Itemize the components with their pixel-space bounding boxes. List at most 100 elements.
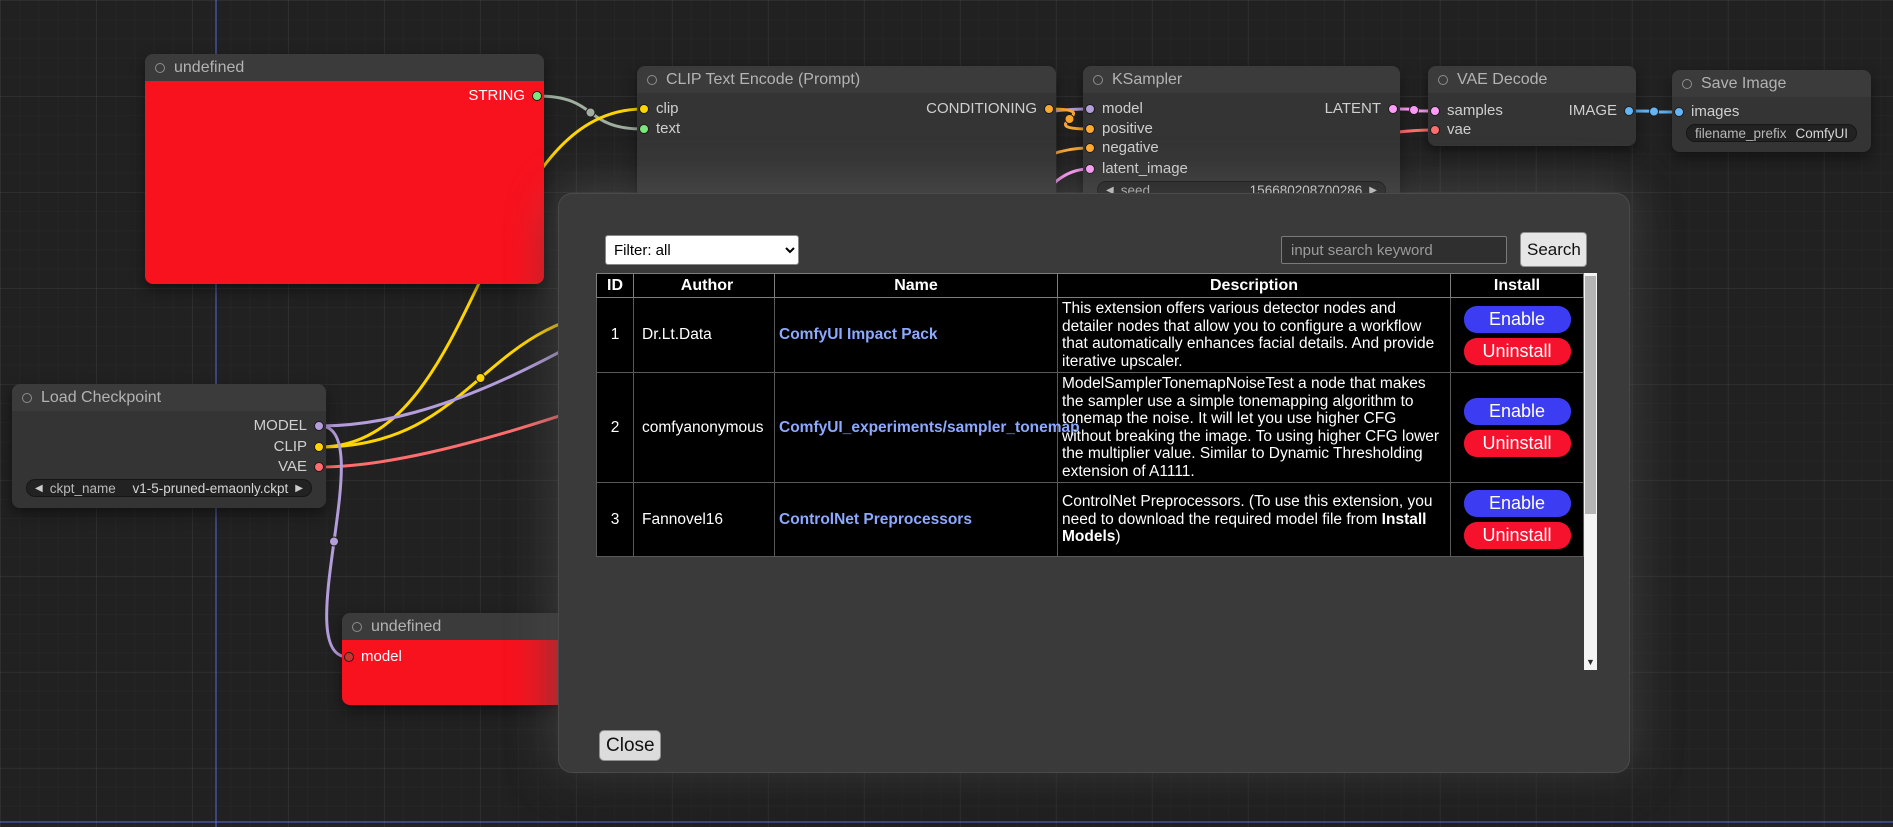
filter-select[interactable]: Filter: all — [605, 235, 799, 265]
port-label: images — [1691, 103, 1739, 120]
port-label: latent_image — [1102, 160, 1188, 177]
port-label: model — [1102, 100, 1143, 117]
port-dot-icon[interactable] — [1430, 125, 1440, 135]
port-label: STRING — [468, 87, 525, 104]
output-port-conditioning[interactable]: CONDITIONING — [926, 100, 1054, 117]
node-title-bar[interactable]: undefined — [145, 54, 544, 81]
port-dot-icon[interactable] — [314, 462, 324, 472]
port-label: IMAGE — [1569, 102, 1617, 119]
search-input[interactable] — [1281, 236, 1507, 264]
collapse-dot-icon[interactable] — [22, 393, 32, 403]
node-undefined-top[interactable]: undefined STRING — [145, 54, 544, 284]
port-label: MODEL — [254, 417, 307, 434]
input-port-images[interactable]: images — [1674, 103, 1739, 120]
port-dot-icon[interactable] — [532, 91, 542, 101]
enable-button[interactable]: Enable — [1464, 306, 1571, 333]
output-port-string[interactable]: STRING — [468, 87, 542, 104]
extension-id: 2 — [597, 373, 634, 483]
node-undefined-bottom[interactable]: undefined model — [342, 613, 572, 705]
port-label: negative — [1102, 139, 1159, 156]
increment-arrow-icon[interactable]: ▶ — [295, 483, 303, 494]
output-port-image[interactable]: IMAGE — [1569, 102, 1634, 119]
extension-manager-dialog: Filter: all Search IDAuthorNameDescripti… — [558, 193, 1630, 773]
close-button[interactable]: Close — [599, 730, 661, 761]
search-button[interactable]: Search — [1520, 232, 1587, 267]
column-header-id: ID — [597, 274, 634, 298]
extension-description: This extension offers various detector n… — [1058, 298, 1451, 373]
widget-name: filename_prefix — [1695, 126, 1787, 141]
input-port-clip[interactable]: clip — [639, 100, 679, 117]
input-port-samples[interactable]: samples — [1430, 102, 1503, 119]
node-title-bar[interactable]: undefined — [342, 613, 572, 640]
extension-link[interactable]: ControlNet Preprocessors — [779, 511, 972, 528]
node-save-image[interactable]: Save Image images filename_prefixComfyUI — [1672, 70, 1871, 152]
node-load-checkpoint[interactable]: Load CheckpointMODELCLIPVAE◀ckpt_namev1-… — [12, 384, 326, 508]
scrollbar[interactable]: ▼ — [1584, 273, 1597, 670]
port-dot-icon[interactable] — [1044, 104, 1054, 114]
uninstall-button[interactable]: Uninstall — [1464, 338, 1571, 365]
port-dot-icon[interactable] — [344, 652, 354, 662]
input-port-latent_image[interactable]: latent_image — [1085, 160, 1188, 177]
widget-filename_prefix[interactable]: filename_prefixComfyUI — [1686, 124, 1857, 142]
decrement-arrow-icon[interactable]: ◀ — [35, 483, 43, 494]
port-label: text — [656, 120, 680, 137]
port-dot-icon[interactable] — [1085, 104, 1095, 114]
input-port-text[interactable]: text — [639, 120, 680, 137]
uninstall-button[interactable]: Uninstall — [1464, 430, 1571, 457]
input-port-negative[interactable]: negative — [1085, 139, 1159, 156]
port-label: samples — [1447, 102, 1503, 119]
enable-button[interactable]: Enable — [1464, 490, 1571, 517]
port-label: CLIP — [274, 438, 307, 455]
port-dot-icon[interactable] — [1085, 143, 1095, 153]
port-dot-icon[interactable] — [1624, 106, 1634, 116]
collapse-dot-icon[interactable] — [352, 622, 362, 632]
node-body — [145, 81, 544, 284]
node-title-bar[interactable]: VAE Decode — [1428, 66, 1636, 93]
port-dot-icon[interactable] — [639, 124, 649, 134]
port-label: model — [361, 648, 402, 665]
input-port-model[interactable]: model — [1085, 100, 1143, 117]
node-title-bar[interactable]: KSampler — [1083, 66, 1400, 93]
port-label: LATENT — [1325, 100, 1381, 117]
widget-ckpt_name[interactable]: ◀ckpt_namev1-5-pruned-emaonly.ckpt▶ — [26, 479, 312, 497]
output-port-clip[interactable]: CLIP — [274, 438, 324, 455]
enable-button[interactable]: Enable — [1464, 398, 1571, 425]
port-dot-icon[interactable] — [314, 442, 324, 452]
extension-author: Dr.Lt.Data — [634, 298, 775, 373]
output-port-vae[interactable]: VAE — [278, 458, 324, 475]
port-dot-icon[interactable] — [1085, 124, 1095, 134]
port-dot-icon[interactable] — [639, 104, 649, 114]
port-dot-icon[interactable] — [314, 421, 324, 431]
output-port-model[interactable]: MODEL — [254, 417, 324, 434]
port-label: positive — [1102, 120, 1153, 137]
node-title-bar[interactable]: Save Image — [1672, 70, 1871, 97]
collapse-dot-icon[interactable] — [1438, 75, 1448, 85]
extension-description: ModelSamplerTonemapNoiseTest a node that… — [1058, 373, 1451, 483]
collapse-dot-icon[interactable] — [155, 63, 165, 73]
extension-list: IDAuthorNameDescriptionInstall1Dr.Lt.Dat… — [596, 273, 1597, 670]
uninstall-button[interactable]: Uninstall — [1464, 522, 1571, 549]
input-port-vae[interactable]: vae — [1430, 121, 1471, 138]
output-port-latent[interactable]: LATENT — [1325, 100, 1398, 117]
input-port-model[interactable]: model — [344, 648, 402, 665]
port-label: vae — [1447, 121, 1471, 138]
port-label: clip — [656, 100, 679, 117]
collapse-dot-icon[interactable] — [1682, 79, 1692, 89]
port-dot-icon[interactable] — [1674, 107, 1684, 117]
node-vae-decode[interactable]: VAE Decode samples vae IMAGE — [1428, 66, 1636, 146]
input-port-positive[interactable]: positive — [1085, 120, 1153, 137]
collapse-dot-icon[interactable] — [1093, 75, 1103, 85]
port-dot-icon[interactable] — [1430, 106, 1440, 116]
extension-link[interactable]: ComfyUI_experiments/sampler_tonemap — [779, 419, 1080, 436]
port-dot-icon[interactable] — [1085, 164, 1095, 174]
node-title-bar[interactable]: CLIP Text Encode (Prompt) — [637, 66, 1056, 93]
widget-name: ckpt_name — [50, 481, 116, 496]
scrollbar-down-arrow-icon[interactable]: ▼ — [1584, 656, 1597, 669]
node-body — [1428, 93, 1636, 146]
comfyui-canvas[interactable]: undefined STRING CLIP Text Encode (Prompt)… — [0, 0, 1893, 827]
extension-link[interactable]: ComfyUI Impact Pack — [779, 326, 938, 343]
node-title-bar[interactable]: Load Checkpoint — [12, 384, 326, 411]
port-dot-icon[interactable] — [1388, 104, 1398, 114]
scrollbar-thumb[interactable] — [1585, 276, 1596, 514]
collapse-dot-icon[interactable] — [647, 75, 657, 85]
